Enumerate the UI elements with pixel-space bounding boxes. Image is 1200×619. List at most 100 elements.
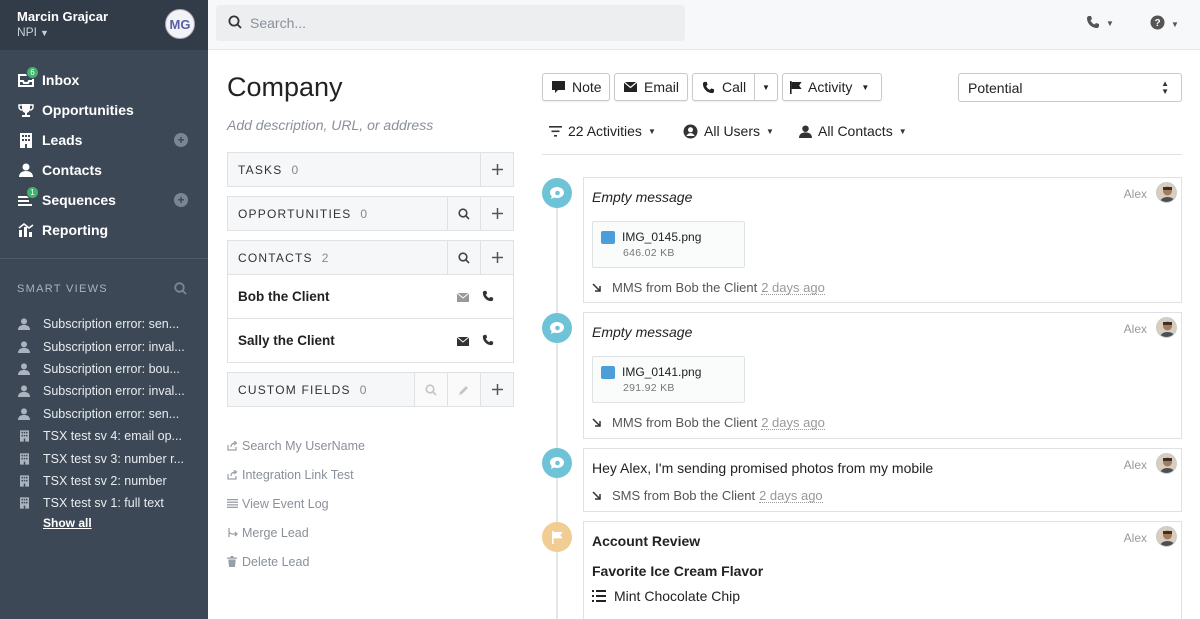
- lead-action-link[interactable]: View Event Log: [227, 489, 365, 518]
- panel-label: CUSTOM FIELDS: [238, 382, 351, 397]
- phone-menu[interactable]: ▼: [1086, 15, 1114, 32]
- trophy-icon: [17, 101, 35, 119]
- email-icon: [624, 82, 637, 92]
- activity-card-mms[interactable]: Empty message Alex IMG_0145.png 646.02 K…: [583, 177, 1182, 303]
- add-task-button[interactable]: [480, 153, 513, 186]
- smart-view-label: Subscription error: sen...: [43, 317, 180, 332]
- smart-view-item[interactable]: TSX test sv 1: full text: [17, 492, 197, 514]
- filter-label: All Users: [704, 123, 761, 139]
- search-icon: [425, 383, 437, 396]
- nav-item-reporting[interactable]: Reporting: [0, 215, 208, 245]
- activity-title: Account Review: [592, 533, 701, 549]
- call-options-toggle[interactable]: ▼: [754, 74, 777, 100]
- smart-view-item[interactable]: Subscription error: bou...: [17, 358, 197, 380]
- user-menu[interactable]: Marcin Grajcar NPI ▼ MG: [0, 0, 208, 50]
- search-contacts-button[interactable]: [447, 241, 480, 274]
- user-circle-icon: [683, 124, 698, 139]
- contact-row[interactable]: Bob the Client: [228, 274, 513, 318]
- nav-label: Opportunities: [42, 102, 134, 118]
- search-opportunities-button[interactable]: [447, 197, 480, 230]
- caret-down-icon: ▼: [1171, 19, 1179, 29]
- author-name: Alex: [1123, 187, 1147, 201]
- phone-icon[interactable]: [482, 334, 494, 349]
- smart-view-item[interactable]: TSX test sv 2: number: [17, 470, 197, 492]
- author-avatar: [1156, 317, 1177, 338]
- smart-view-item[interactable]: Subscription error: sen...: [17, 313, 197, 335]
- user-name: Marcin Grajcar: [17, 9, 109, 24]
- contact-name[interactable]: Sally the Client: [238, 333, 335, 348]
- smart-views-list: Subscription error: sen... Subscription e…: [17, 313, 197, 515]
- add-lead-icon[interactable]: +: [174, 133, 188, 147]
- attachment[interactable]: IMG_0141.png 291.92 KB: [592, 356, 745, 403]
- description-field[interactable]: Add description, URL, or address: [227, 117, 433, 133]
- global-search[interactable]: [216, 5, 685, 41]
- add-opportunity-button[interactable]: [480, 197, 513, 230]
- lead-status-select[interactable]: Potential ▲ ▼: [958, 73, 1182, 102]
- sidebar: Marcin Grajcar NPI ▼ MG 6 Inbox Opportuni…: [0, 0, 208, 619]
- smart-view-item[interactable]: TSX test sv 3: number r...: [17, 447, 197, 469]
- meta-text: MMS from Bob the Client: [612, 415, 758, 430]
- add-contact-button[interactable]: [480, 241, 513, 274]
- email-button[interactable]: Email: [614, 73, 688, 101]
- org-switcher[interactable]: NPI ▼: [17, 25, 49, 39]
- attachment-size: 646.02 KB: [623, 247, 675, 259]
- plus-icon: [491, 252, 503, 263]
- call-button[interactable]: Call ▼: [692, 73, 778, 101]
- user-filter[interactable]: All Users ▼: [683, 123, 774, 139]
- field-label: Favorite Ice Cream Flavor: [592, 563, 764, 579]
- lead-action-link[interactable]: Merge Lead: [227, 518, 365, 547]
- nav-item-inbox[interactable]: 6 Inbox: [0, 65, 208, 95]
- help-menu[interactable]: ? ▼: [1150, 15, 1179, 33]
- phone-icon[interactable]: [482, 290, 494, 305]
- building-icon: [17, 131, 35, 149]
- add-sequence-icon[interactable]: +: [174, 193, 188, 207]
- contact-name[interactable]: Bob the Client: [238, 289, 330, 304]
- message-bubble-icon: [542, 313, 572, 343]
- nav-item-leads[interactable]: Leads +: [0, 125, 208, 155]
- smart-view-item[interactable]: Subscription error: inval...: [17, 380, 197, 402]
- email-label: Email: [644, 79, 680, 95]
- avatar[interactable]: MG: [165, 9, 195, 39]
- caret-down-icon: ▼: [898, 126, 907, 136]
- nav-item-opportunities[interactable]: Opportunities: [0, 95, 208, 125]
- panel-label: OPPORTUNITIES: [238, 206, 352, 221]
- activity-card-sms[interactable]: Hey Alex, I'm sending promised photos fr…: [583, 448, 1182, 512]
- panel-count: 0: [291, 162, 299, 177]
- top-bar: ▼ ? ▼: [208, 0, 1200, 50]
- attachment[interactable]: IMG_0145.png 646.02 KB: [592, 221, 745, 268]
- smart-view-label: TSX test sv 1: full text: [43, 496, 164, 511]
- nav-item-contacts[interactable]: Contacts: [0, 155, 208, 185]
- contact-row[interactable]: Sally the Client: [228, 318, 513, 362]
- share-icon: [227, 440, 239, 451]
- incoming-arrow-icon: [592, 282, 602, 293]
- activity-card-custom[interactable]: Account Review Alex Favorite Ice Cream F…: [583, 521, 1182, 619]
- message-text: Hey Alex, I'm sending promised photos fr…: [592, 460, 934, 476]
- smart-view-item[interactable]: Subscription error: sen...: [17, 403, 197, 425]
- show-all-link[interactable]: Show all: [43, 516, 92, 530]
- feed-divider: [542, 154, 1182, 155]
- activity-type-filter[interactable]: 22 Activities ▼: [549, 123, 656, 139]
- attachment-name: IMG_0141.png: [622, 365, 702, 379]
- search-icon[interactable]: [174, 282, 187, 298]
- email-icon[interactable]: [456, 290, 470, 305]
- lead-action-link[interactable]: Search My UserName: [227, 431, 365, 460]
- nav-item-sequences[interactable]: 1 Sequences +: [0, 185, 208, 215]
- caret-down-icon: ▼: [861, 82, 870, 92]
- note-button[interactable]: Note: [542, 73, 610, 101]
- search-input[interactable]: [250, 15, 670, 31]
- lead-action-link[interactable]: Integration Link Test: [227, 460, 365, 489]
- link-label: Merge Lead: [242, 525, 309, 540]
- smart-view-item[interactable]: TSX test sv 4: email op...: [17, 425, 197, 447]
- page-title[interactable]: Company: [227, 72, 343, 103]
- email-icon[interactable]: [456, 334, 470, 349]
- activity-card-mms[interactable]: Empty message Alex IMG_0141.png 291.92 K…: [583, 312, 1182, 439]
- contact-filter[interactable]: All Contacts ▼: [799, 123, 907, 139]
- nav-label: Reporting: [42, 222, 109, 238]
- edit-fields-button[interactable]: [447, 373, 480, 406]
- smart-view-item[interactable]: Subscription error: inval...: [17, 335, 197, 357]
- search-icon: [458, 251, 470, 264]
- search-fields-button[interactable]: [414, 373, 447, 406]
- activity-button[interactable]: Activity ▼: [782, 73, 882, 101]
- lead-action-link[interactable]: Delete Lead: [227, 547, 365, 576]
- add-field-button[interactable]: [480, 373, 513, 406]
